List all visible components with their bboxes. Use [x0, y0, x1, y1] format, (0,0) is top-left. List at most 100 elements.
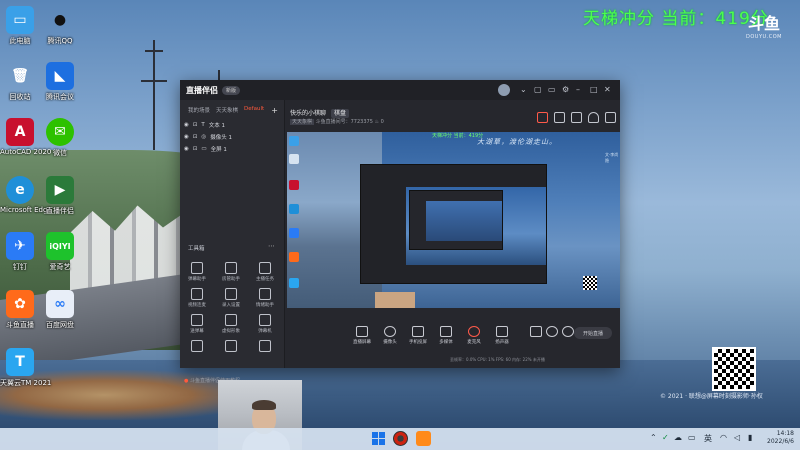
eye-icon[interactable]: ◉ — [184, 122, 189, 128]
tray-cloud-icon[interactable]: ☁ — [674, 433, 682, 442]
chevron-down-icon[interactable]: ⌄ — [520, 85, 527, 94]
desktop-icon-edge[interactable]: e Microsoft Edge — [0, 176, 52, 214]
monitor-icon — [356, 326, 368, 337]
layout-icon[interactable] — [605, 112, 616, 123]
desktop-icon-label: AutoCAD 2020 — [0, 148, 52, 156]
speaker-button[interactable]: 扬声器 — [486, 326, 518, 345]
tool-emotion-helper[interactable]: 情绪助手 — [250, 288, 280, 308]
taskbar-steam-icon[interactable] — [393, 431, 408, 446]
nested-preview-2 — [426, 201, 502, 241]
tool-danmu-helper[interactable]: 弹幕助手 — [182, 262, 212, 282]
start-button[interactable] — [372, 432, 386, 446]
message-icon[interactable]: ▢ — [534, 85, 542, 94]
desktop-icon-label: 腾讯QQ — [47, 37, 73, 45]
tray-overflow-icon[interactable]: ⌃ — [650, 433, 657, 442]
stream-overlay-title: 天梯冲分 当前：419分 — [583, 9, 769, 29]
layer-item[interactable]: ◉ ⊡ ◎ 摄像头 1 — [184, 133, 232, 141]
layer-item[interactable]: ◉ ⊡ ▭ 全屏 1 — [184, 145, 227, 153]
bell-icon[interactable] — [588, 112, 599, 123]
settings-icon[interactable]: ⚙ — [562, 85, 569, 94]
tool-icon — [259, 288, 271, 300]
viewer-icon: ♨ — [374, 119, 379, 125]
tray-volume-icon[interactable]: ◁ — [734, 433, 740, 442]
desktop-icon-qq[interactable]: ● 腾讯QQ — [40, 6, 80, 46]
tool-icon — [225, 288, 237, 300]
desktop-icon-douyu[interactable]: ✿ 斗鱼直播 — [0, 290, 40, 330]
eye-icon[interactable]: ◉ — [184, 146, 189, 152]
desktop-icon-live-companion[interactable]: ▶ 直播伴侣 — [40, 176, 80, 216]
live-category-badge[interactable]: 棋盘 — [330, 109, 349, 118]
add-scene-icon[interactable]: + — [271, 106, 278, 115]
tool-slot[interactable] — [250, 340, 280, 354]
layer-item[interactable]: ◉ ⊡ T 文本 1 — [184, 121, 225, 129]
lock-icon[interactable]: ⊡ — [193, 122, 198, 128]
tab-default[interactable]: Default — [244, 106, 264, 115]
desktop-icon-recycle-bin[interactable]: 🗑 回收站 — [0, 62, 40, 102]
tool-icon — [191, 262, 203, 274]
desktop-icon-tencent-meeting[interactable]: ◣ 腾讯会议 — [40, 62, 80, 102]
desktop-icon-baidu-netdisk[interactable]: ∞ 百度网盘 — [40, 290, 80, 330]
tool-virtual-avatar[interactable]: 虚拟形象 — [216, 314, 246, 334]
desktop-icon-label: 此电脑 — [9, 37, 31, 45]
maximize-icon[interactable]: □ — [590, 85, 598, 94]
more-icon[interactable]: ⋯ — [268, 242, 275, 250]
tool-icon — [259, 262, 271, 274]
tool-video-link[interactable]: 视频连麦 — [182, 288, 212, 308]
desktop-icon-iqiyi[interactable]: iQIYI 爱奇艺 — [40, 232, 80, 272]
start-logo-tile — [372, 432, 378, 438]
tray-green-icon[interactable]: ✓ — [662, 433, 669, 442]
desktop-icon-this-pc[interactable]: ▭ 此电脑 — [0, 6, 40, 46]
desktop-icon-label: 斗鱼直播 — [6, 321, 34, 329]
tool-slot[interactable] — [182, 340, 212, 354]
viewer-count: 0 — [380, 119, 384, 125]
desktop-icon-dingtalk[interactable]: ✈ 钉钉 — [0, 232, 40, 272]
tianyi-icon: T — [6, 348, 34, 376]
desktop-icon-label: 微信 — [53, 149, 67, 157]
douyu-logo-sub: DOUYU.COM — [746, 34, 782, 40]
tool-record-settings[interactable]: 录入设置 — [216, 288, 246, 308]
version-pill[interactable]: 新版 — [222, 85, 241, 95]
tool-room-manager[interactable]: 房管助手 — [216, 262, 246, 282]
taskbar-douyu-icon[interactable] — [416, 431, 431, 446]
tab-chess-scene[interactable]: 天天象棋 — [216, 106, 238, 115]
tool-slot[interactable] — [216, 340, 246, 354]
taskbar-clock[interactable]: 14:18 2022/6/6 — [760, 430, 794, 446]
lock-icon[interactable] — [554, 112, 565, 123]
eye-icon[interactable]: ◉ — [184, 134, 189, 140]
wallpaper-caption: © 2021 · 联想@屏幕时刻摄影师·孙权 — [660, 393, 763, 400]
recycle-bin-icon: 🗑 — [11, 68, 29, 84]
close-icon[interactable]: ✕ — [604, 85, 611, 94]
stream-preview[interactable]: 天梯冲分 当前：419分 大湖草，渡伦湖走山。 文·李尚隐 — [287, 132, 620, 308]
lock-icon[interactable]: ⊡ — [193, 146, 198, 152]
start-live-button[interactable]: 开始直播 — [574, 327, 612, 339]
preview-icon — [289, 228, 299, 238]
tray-battery-icon[interactable]: ▭ — [688, 433, 696, 442]
phone-icon — [412, 326, 424, 337]
tool-streamer-tasks[interactable]: 主播任务 — [250, 262, 280, 282]
clock-time: 14:18 — [776, 430, 794, 437]
webcam-person-hair — [252, 400, 276, 410]
gift-icon[interactable] — [537, 112, 548, 123]
minimize-icon[interactable]: – — [576, 85, 580, 94]
edge-icon: e — [6, 176, 34, 204]
tab-my-scenes[interactable]: 我的场景 — [188, 106, 210, 115]
desktop-icon-tianyi[interactable]: T 天翼云TM 2021 — [0, 348, 51, 388]
room-number: 斗鱼直播间号：7723375 — [315, 119, 373, 125]
export-icon[interactable] — [571, 112, 582, 123]
desktop-icon-autocad[interactable]: A AutoCAD 2020 — [0, 118, 52, 156]
user-avatar[interactable] — [498, 84, 510, 96]
tool-danmu-machine[interactable]: 弹幕机 — [250, 314, 280, 334]
tray-language[interactable]: 英 — [704, 433, 712, 444]
screen-icon[interactable]: ▭ — [548, 85, 556, 94]
desktop-icon-wechat[interactable]: ✉ 微信 — [40, 118, 80, 158]
tray-wifi-icon[interactable]: ◠ — [720, 433, 727, 442]
clock-date: 2022/6/6 — [767, 438, 794, 445]
preview-overlay-title: 天梯冲分 当前：419分 — [432, 133, 484, 139]
lock-icon[interactable]: ⊡ — [193, 134, 198, 140]
preview-icon — [289, 180, 299, 190]
tool-icon — [259, 314, 271, 326]
live-sub-tag[interactable]: 天天象棋 — [290, 119, 315, 125]
tool-send-danmu[interactable]: 送弹幕 — [182, 314, 212, 334]
live-room-title: 快乐的小棋聊 棋盘 — [290, 108, 349, 118]
tray-battery-level-icon[interactable]: ▮ — [748, 433, 752, 442]
